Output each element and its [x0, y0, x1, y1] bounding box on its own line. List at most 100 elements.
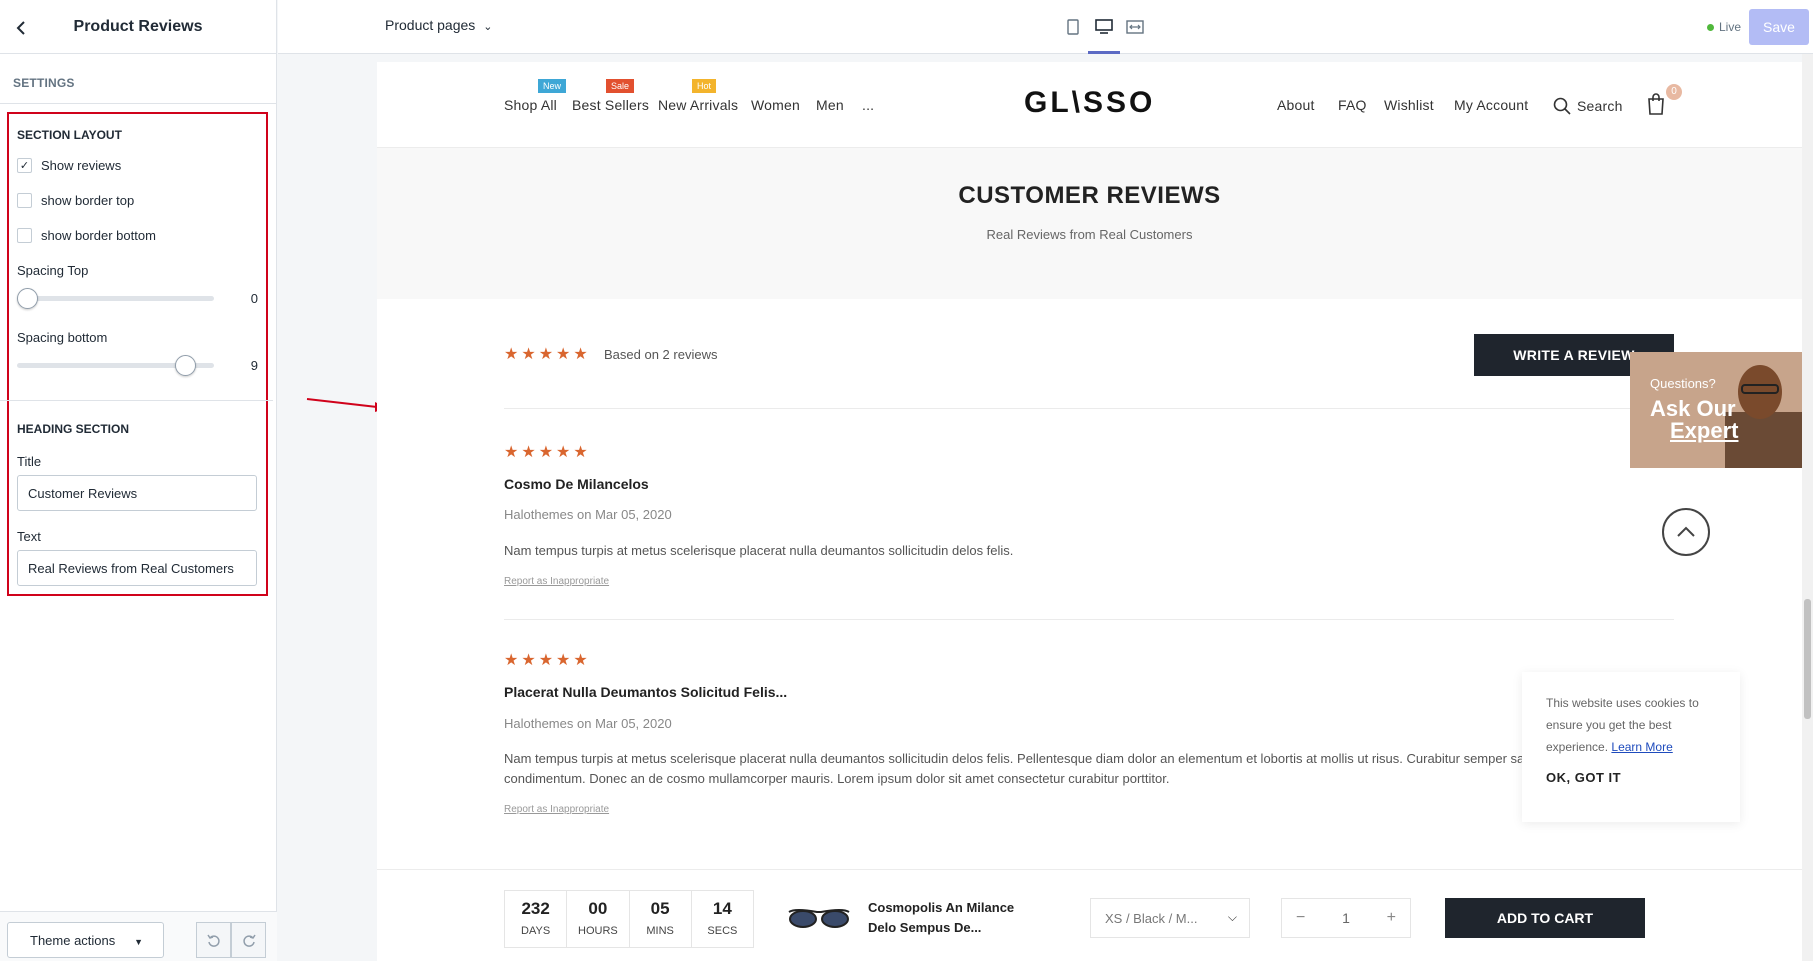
scrollbar-thumb[interactable] — [1804, 599, 1811, 719]
show-border-top-checkbox[interactable]: show border top — [17, 193, 134, 208]
countdown-secs: 14 SECS — [692, 891, 753, 947]
review-meta: Halothemes on Mar 05, 2020 — [504, 507, 672, 522]
caret-down-icon: ▼ — [134, 937, 143, 947]
sidebar-title: Product Reviews — [73, 17, 203, 35]
cookie-ok-button[interactable]: OK, GOT IT — [1546, 770, 1716, 785]
spacing-top-value: 0 — [250, 291, 258, 306]
show-border-bottom-checkbox[interactable]: show border bottom — [17, 228, 156, 243]
checkbox-icon — [17, 193, 32, 208]
report-link[interactable]: Report as Inappropriate — [504, 804, 609, 815]
cart-icon[interactable] — [1647, 93, 1665, 118]
countdown-mins: 05 MINS — [630, 891, 692, 947]
slider-thumb[interactable] — [17, 288, 38, 309]
nav-wishlist[interactable]: Wishlist — [1384, 97, 1434, 113]
checkbox-icon — [17, 228, 32, 243]
scroll-to-top-button[interactable] — [1662, 508, 1710, 556]
divider — [0, 400, 273, 401]
nav-item[interactable]: Best Sellers — [572, 97, 649, 113]
nav-faq[interactable]: FAQ — [1338, 97, 1367, 113]
save-button[interactable]: Save — [1749, 9, 1809, 45]
theme-actions-button[interactable]: Theme actions ▼ — [7, 922, 164, 958]
plus-icon[interactable]: + — [1387, 909, 1396, 927]
chevron-up-icon — [1677, 526, 1695, 537]
cookie-banner: This website uses cookies to ensure you … — [1522, 672, 1740, 822]
countdown-value: 00 — [588, 899, 608, 918]
divider — [504, 619, 1674, 620]
nav-search[interactable]: Search — [1553, 97, 1623, 115]
checkbox-checked-icon: ✓ — [17, 158, 32, 173]
reviews-title: CUSTOMER REVIEWS — [958, 182, 1221, 209]
product-thumbnail[interactable] — [787, 904, 851, 934]
countdown-hours: 00 HOURS — [567, 891, 630, 947]
quantity-value[interactable]: 1 — [1342, 910, 1350, 926]
divider — [504, 408, 1674, 409]
page-selector-label: Product pages — [385, 17, 476, 33]
review-date-prefix: on — [577, 507, 592, 522]
spacing-bottom-value: 9 — [250, 358, 258, 373]
section-layout-heading: SECTION LAYOUT — [17, 128, 122, 142]
theme-actions-label: Theme actions — [30, 932, 116, 948]
spacing-top-slider[interactable] — [17, 286, 214, 310]
cart-count-badge: 0 — [1666, 84, 1682, 100]
review-date-prefix: on — [577, 716, 592, 731]
learn-more-link[interactable]: Learn More — [1611, 740, 1672, 754]
sticky-add-to-cart: 232 DAYS 00 HOURS 05 MINS 14 SECS Cosmopolis… — [377, 869, 1802, 961]
countdown-days: 232 DAYS — [505, 891, 568, 947]
text-label: Text — [17, 529, 41, 544]
mobile-view-icon[interactable] — [1062, 16, 1084, 38]
review-meta: Halothemes on Mar 05, 2020 — [504, 716, 672, 731]
store-logo[interactable]: GL\SSO — [1024, 86, 1155, 120]
countdown-timer: 232 DAYS 00 HOURS 05 MINS 14 SECS — [504, 890, 754, 948]
review-date: Mar 05, 2020 — [595, 716, 672, 731]
nav-item[interactable]: ... — [862, 97, 874, 113]
slider-thumb[interactable] — [175, 355, 197, 376]
page-selector-dropdown[interactable]: Product pages ⌄ — [385, 17, 492, 33]
summary-stars: ★★★★★ — [504, 346, 591, 363]
reviews-subtitle: Real Reviews from Real Customers — [986, 227, 1193, 242]
back-icon[interactable] — [10, 17, 32, 39]
nav-my-account[interactable]: My Account — [1454, 97, 1528, 113]
desktop-view-icon[interactable] — [1093, 16, 1115, 38]
search-icon — [1553, 97, 1571, 115]
countdown-value: 05 — [650, 899, 670, 918]
slider-track — [17, 296, 214, 301]
show-border-bottom-label: show border bottom — [41, 228, 156, 243]
nav-item[interactable]: Men — [816, 97, 844, 113]
minus-icon[interactable]: − — [1296, 909, 1305, 927]
countdown-label: SECS — [707, 925, 738, 937]
report-link[interactable]: Report as Inappropriate — [504, 576, 609, 587]
title-label: Title — [17, 454, 42, 469]
undo-icon[interactable] — [196, 922, 231, 958]
nav-about[interactable]: About — [1277, 97, 1315, 113]
review-title: Placerat Nulla Deumantos Solicitud Felis… — [504, 684, 788, 700]
variant-select[interactable]: XS / Black / M... ⌵ — [1090, 898, 1250, 938]
preview-scrollbar[interactable] — [1802, 54, 1813, 961]
show-reviews-label: Show reviews — [41, 158, 122, 173]
sticky-product-name[interactable]: Cosmopolis An Milance Delo Sempus De... — [868, 898, 1043, 938]
quantity-stepper[interactable]: − 1 + — [1281, 898, 1411, 938]
review-date: Mar 05, 2020 — [595, 507, 672, 522]
nav-badge: Sale — [606, 79, 635, 93]
heading-section-heading: HEADING SECTION — [17, 422, 130, 436]
nav-badge: Hot — [692, 79, 717, 93]
search-label: Search — [1577, 98, 1623, 114]
chevron-down-icon: ⌄ — [483, 21, 493, 33]
spacing-bottom-slider[interactable] — [17, 353, 214, 377]
nav-item[interactable]: Shop All — [504, 97, 557, 113]
countdown-label: DAYS — [521, 925, 551, 937]
active-view-indicator — [1088, 51, 1120, 54]
redo-icon[interactable] — [231, 922, 266, 958]
nav-badge: New — [538, 79, 567, 93]
title-input[interactable] — [17, 475, 257, 511]
text-input[interactable] — [17, 550, 257, 586]
ask-expert-banner[interactable]: Questions? Ask Our Expert — [1630, 352, 1802, 468]
spacing-top-label: Spacing Top — [17, 263, 89, 278]
live-status: Live — [1707, 20, 1741, 34]
add-to-cart-button[interactable]: ADD TO CART — [1445, 898, 1645, 938]
nav-item[interactable]: New Arrivals — [658, 97, 738, 113]
nav-item[interactable]: Women — [751, 97, 800, 113]
expert-question: Questions? — [1650, 376, 1716, 391]
fullwidth-view-icon[interactable] — [1124, 16, 1146, 38]
sidebar-header: Product Reviews — [0, 0, 276, 54]
show-reviews-checkbox[interactable]: ✓ Show reviews — [17, 158, 121, 173]
